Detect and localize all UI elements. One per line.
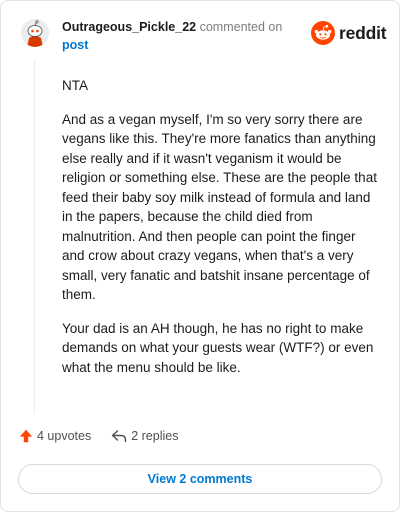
view-comments-button[interactable]: View 2 comments bbox=[18, 464, 382, 494]
reddit-snoo-icon bbox=[311, 21, 335, 45]
commented-on-text: commented on bbox=[199, 20, 283, 34]
reddit-wordmark: reddit bbox=[339, 22, 387, 43]
comment-card: Outrageous_Pickle_22 commented on post r… bbox=[0, 0, 400, 512]
comment-body: NTA And as a vegan myself, I'm so very s… bbox=[62, 76, 378, 391]
post-link[interactable]: post bbox=[62, 38, 88, 52]
upvote-arrow-icon bbox=[19, 429, 33, 443]
upvotes-count: 4 upvotes bbox=[37, 429, 92, 443]
replies-count: 2 replies bbox=[131, 429, 179, 443]
snoo-avatar-icon bbox=[21, 19, 49, 47]
upvote-button[interactable]: 4 upvotes bbox=[19, 429, 91, 443]
comment-paragraph: And as a vegan myself, I'm so very sorry… bbox=[62, 111, 377, 303]
replies-button[interactable]: 2 replies bbox=[111, 429, 178, 443]
comment-header: Outrageous_Pickle_22 commented on post bbox=[62, 18, 302, 54]
comment-paragraph: Your dad is an AH though, he has no righ… bbox=[62, 320, 374, 375]
reddit-logo[interactable]: reddit bbox=[311, 21, 387, 45]
thread-line bbox=[34, 59, 35, 414]
comment-actions: 4 upvotes 2 replies bbox=[19, 429, 178, 443]
reply-arrow-icon bbox=[112, 430, 127, 443]
comment-paragraph: NTA bbox=[62, 78, 88, 93]
avatar[interactable] bbox=[21, 19, 49, 47]
username[interactable]: Outrageous_Pickle_22 bbox=[62, 20, 196, 34]
